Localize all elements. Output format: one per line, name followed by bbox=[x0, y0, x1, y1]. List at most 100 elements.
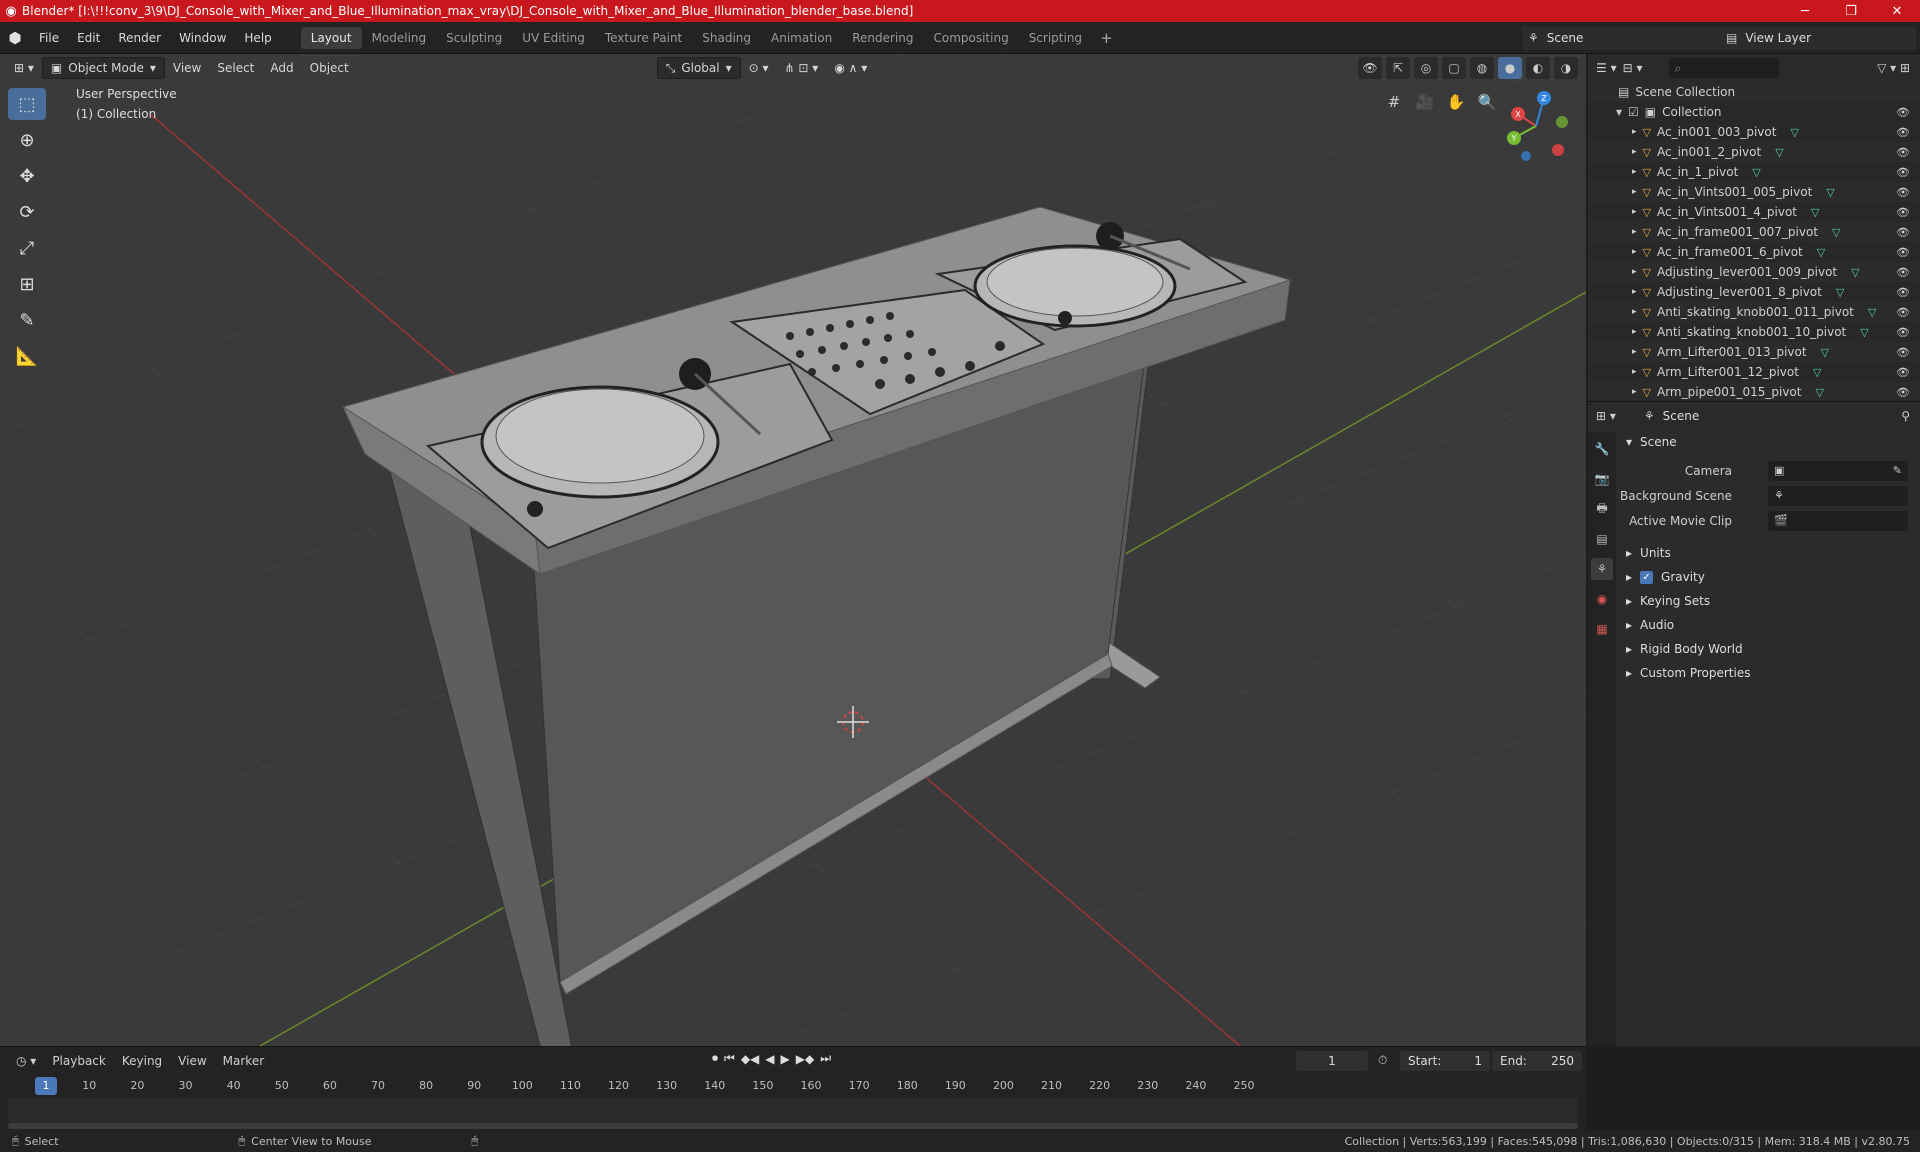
display-mode-icon[interactable]: ⊟ ▾ bbox=[1623, 61, 1643, 75]
menu-view[interactable]: View bbox=[165, 57, 209, 79]
eyedropper-icon[interactable]: ✎ bbox=[1893, 464, 1902, 477]
xray-icon[interactable]: ▢ bbox=[1442, 57, 1466, 79]
eye-icon[interactable]: 👁 bbox=[1896, 366, 1910, 379]
tab-rendering[interactable]: Rendering bbox=[842, 27, 923, 49]
tab-modeling[interactable]: Modeling bbox=[362, 27, 437, 49]
expand-arrow-icon[interactable]: ▸ bbox=[1632, 387, 1637, 397]
menu-marker[interactable]: Marker bbox=[215, 1054, 272, 1068]
audio-panel[interactable]: ▸ Audio bbox=[1618, 613, 1920, 637]
move-icon[interactable]: ✥ bbox=[8, 160, 46, 192]
menu-timeline-view[interactable]: View bbox=[170, 1054, 214, 1068]
outliner-editor-icon[interactable]: ☰ ▾ bbox=[1596, 61, 1617, 75]
outliner-item[interactable]: ▸ ▽ Ac_in_frame001_6_pivot ▽ 👁 bbox=[1588, 242, 1920, 262]
expand-arrow-icon[interactable]: ▸ bbox=[1632, 347, 1637, 357]
jump-start-icon[interactable]: ⏮ bbox=[724, 1051, 735, 1066]
overlay-toggle-icon[interactable]: ◎ bbox=[1414, 57, 1438, 79]
scale-icon[interactable]: ⤢ bbox=[8, 232, 46, 264]
pivot-point-button[interactable]: ⊙ ▾ bbox=[741, 57, 777, 79]
custom-properties-panel[interactable]: ▸ Custom Properties bbox=[1618, 661, 1920, 685]
next-keyframe-icon[interactable]: ▶◆ bbox=[796, 1052, 814, 1066]
editor-type-button[interactable]: ⊞ ▾ bbox=[6, 57, 42, 79]
timeline-editor-icon[interactable]: ◷ ▾ bbox=[8, 1054, 44, 1068]
view-layer-selector[interactable]: ▤ View Layer bbox=[1720, 26, 1916, 50]
close-icon[interactable]: ✕ bbox=[1874, 0, 1920, 22]
expand-arrow-icon[interactable]: ▸ bbox=[1632, 147, 1637, 157]
outliner-item[interactable]: ▸ ▽ Ac_in_frame001_007_pivot ▽ 👁 bbox=[1588, 222, 1920, 242]
wireframe-shading-icon[interactable]: ◍ bbox=[1470, 57, 1494, 79]
expand-arrow-icon[interactable]: ▸ bbox=[1632, 267, 1637, 277]
restore-icon[interactable]: ❐ bbox=[1828, 0, 1874, 22]
eye-icon[interactable]: 👁 bbox=[1896, 166, 1910, 179]
scene-selector[interactable]: ⚘ Scene bbox=[1522, 26, 1732, 50]
viewport-scene[interactable] bbox=[0, 54, 1586, 1046]
pin-icon[interactable]: ⚲ bbox=[1901, 409, 1910, 423]
outliner-item[interactable]: ▸ ▽ Arm_Lifter001_12_pivot ▽ 👁 bbox=[1588, 362, 1920, 382]
rigid-body-world-panel[interactable]: ▸ Rigid Body World bbox=[1618, 637, 1920, 661]
tab-shading[interactable]: Shading bbox=[692, 27, 761, 49]
eye-icon[interactable]: 👁 bbox=[1896, 326, 1910, 339]
expand-arrow-icon[interactable]: ▸ bbox=[1632, 207, 1637, 217]
menu-edit[interactable]: Edit bbox=[68, 26, 109, 50]
expand-arrow-icon[interactable]: ▸ bbox=[1632, 327, 1637, 337]
checkbox-icon[interactable]: ☑ bbox=[1628, 105, 1639, 119]
gizmo-toggle-icon[interactable]: ⇱ bbox=[1386, 57, 1410, 79]
eye-icon[interactable]: 👁 bbox=[1896, 346, 1910, 359]
texture-tab-icon[interactable]: ▦ bbox=[1591, 618, 1613, 640]
scene-panel-header[interactable]: ▾ Scene bbox=[1618, 430, 1920, 454]
annotate-icon[interactable]: ✎ bbox=[8, 304, 46, 336]
frame-ruler[interactable]: 1 10 20 30 40 50 60 70 80 90 100 110 120 130 140 150 160… bbox=[8, 1077, 1578, 1097]
menu-help[interactable]: Help bbox=[235, 26, 280, 50]
menu-render[interactable]: Render bbox=[109, 26, 170, 50]
3d-viewport[interactable]: ⊞ ▾ ▣ Object Mode ▾ View Select Add Object… bbox=[0, 54, 1586, 1046]
expand-arrow-icon[interactable]: ▸ bbox=[1632, 307, 1637, 317]
add-workspace-icon[interactable]: + bbox=[1092, 29, 1121, 47]
outliner-search-input[interactable]: ⌕ bbox=[1668, 58, 1779, 78]
navigation-gizmo[interactable]: X Y Z bbox=[1496, 86, 1576, 166]
minimize-icon[interactable]: ─ bbox=[1782, 0, 1828, 22]
scene-tab-icon[interactable]: ⚘ bbox=[1591, 558, 1613, 580]
current-frame-field[interactable]: 1 bbox=[1296, 1051, 1368, 1071]
render-tab-icon[interactable]: 📷 bbox=[1591, 468, 1613, 490]
outliner-item[interactable]: ▸ ▽ Adjusting_lever001_8_pivot ▽ 👁 bbox=[1588, 282, 1920, 302]
menu-object[interactable]: Object bbox=[302, 57, 357, 79]
start-frame-field[interactable]: Start: 1 bbox=[1400, 1051, 1490, 1071]
eye-icon[interactable]: 👁 bbox=[1896, 246, 1910, 259]
eye-icon[interactable]: 👁 bbox=[1896, 226, 1910, 239]
outliner-item[interactable]: ▸ ▽ Ac_in001_2_pivot ▽ 👁 bbox=[1588, 142, 1920, 162]
solid-shading-icon[interactable]: ● bbox=[1498, 57, 1522, 79]
eye-icon[interactable]: 👁 bbox=[1896, 146, 1910, 159]
expand-arrow-icon[interactable]: ▸ bbox=[1632, 247, 1637, 257]
units-panel[interactable]: ▸ Units bbox=[1618, 541, 1920, 565]
collapse-arrow-icon[interactable]: ▾ bbox=[1616, 105, 1622, 119]
expand-arrow-icon[interactable]: ▸ bbox=[1632, 187, 1637, 197]
expand-arrow-icon[interactable]: ▸ bbox=[1632, 127, 1637, 137]
end-frame-field[interactable]: End: 250 bbox=[1492, 1051, 1582, 1071]
outliner-item[interactable]: ▸ ▽ Arm_Lifter001_013_pivot ▽ 👁 bbox=[1588, 342, 1920, 362]
select-box-icon[interactable]: ⬚ bbox=[8, 88, 46, 120]
material-shading-icon[interactable]: ◐ bbox=[1526, 57, 1550, 79]
menu-playback[interactable]: Playback bbox=[44, 1054, 114, 1068]
snap-button[interactable]: ⋔ ⊡ ▾ bbox=[777, 57, 827, 79]
scene-collection-row[interactable]: ▤ Scene Collection bbox=[1588, 82, 1920, 102]
visibility-icon[interactable]: 👁 bbox=[1358, 57, 1382, 79]
eye-icon[interactable]: 👁 bbox=[1896, 206, 1910, 219]
menu-select[interactable]: Select bbox=[209, 57, 262, 79]
menu-keying[interactable]: Keying bbox=[114, 1054, 170, 1068]
play-reverse-icon[interactable]: ◀ bbox=[765, 1052, 774, 1066]
tool-tab-icon[interactable]: 🔧 bbox=[1591, 438, 1613, 460]
view-layer-tab-icon[interactable]: ▤ bbox=[1591, 528, 1613, 550]
collection-row[interactable]: ▾ ☑ ▣ Collection 👁 bbox=[1588, 102, 1920, 122]
stopwatch-icon[interactable]: ⏱ bbox=[1378, 1053, 1387, 1068]
menu-add[interactable]: Add bbox=[262, 57, 301, 79]
tab-compositing[interactable]: Compositing bbox=[923, 27, 1018, 49]
expand-arrow-icon[interactable]: ▸ bbox=[1632, 367, 1637, 377]
grid-toggle-icon[interactable]: # bbox=[1380, 88, 1408, 116]
prev-keyframe-icon[interactable]: ◆◀ bbox=[741, 1052, 759, 1066]
rendered-shading-icon[interactable]: ◑ bbox=[1554, 57, 1578, 79]
eye-icon[interactable]: 👁 bbox=[1896, 386, 1910, 399]
outliner-item[interactable]: ▸ ▽ Ac_in_1_pivot ▽ 👁 bbox=[1588, 162, 1920, 182]
pan-hand-icon[interactable]: ✋ bbox=[1442, 88, 1470, 116]
play-icon[interactable]: ▶ bbox=[781, 1052, 790, 1066]
expand-arrow-icon[interactable]: ▸ bbox=[1632, 167, 1637, 177]
camera-view-icon[interactable]: 🎥 bbox=[1411, 88, 1439, 116]
